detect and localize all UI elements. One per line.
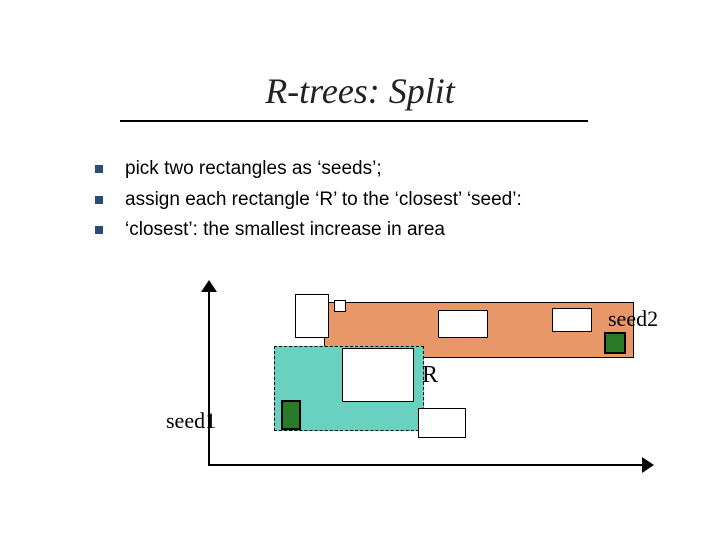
label-seed2: seed2 xyxy=(608,306,658,332)
bullet-text: ‘closest’: the smallest increase in area xyxy=(125,218,445,243)
bullet-icon xyxy=(95,226,103,234)
rectangle-R xyxy=(342,348,414,402)
bullet-text: pick two rectangles as ‘seeds’; xyxy=(125,157,382,182)
bullet-item: pick two rectangles as ‘seeds’; xyxy=(95,157,522,182)
y-axis-arrow-icon xyxy=(201,280,217,292)
diagram: R seed1 seed2 xyxy=(190,286,650,486)
bullet-icon xyxy=(95,196,103,204)
title-underline xyxy=(120,120,588,122)
rectangle xyxy=(295,294,329,338)
label-R: R xyxy=(422,362,438,389)
x-axis-arrow-icon xyxy=(642,457,654,473)
y-axis xyxy=(208,286,210,466)
seed2-rectangle xyxy=(604,332,626,354)
label-seed1: seed1 xyxy=(166,408,216,434)
rectangle xyxy=(418,408,466,438)
bullet-item: ‘closest’: the smallest increase in area xyxy=(95,218,522,243)
bullet-item: assign each rectangle ‘R’ to the ‘closes… xyxy=(95,188,522,213)
rectangle xyxy=(552,308,592,332)
seed1-rectangle xyxy=(281,400,301,430)
x-axis xyxy=(208,464,648,466)
bullet-icon xyxy=(95,165,103,173)
rectangle xyxy=(438,310,488,338)
rectangle xyxy=(334,300,346,312)
slide-title: R-trees: Split xyxy=(0,70,720,112)
bullet-text: assign each rectangle ‘R’ to the ‘closes… xyxy=(125,188,522,213)
bullet-list: pick two rectangles as ‘seeds’; assign e… xyxy=(95,157,522,249)
